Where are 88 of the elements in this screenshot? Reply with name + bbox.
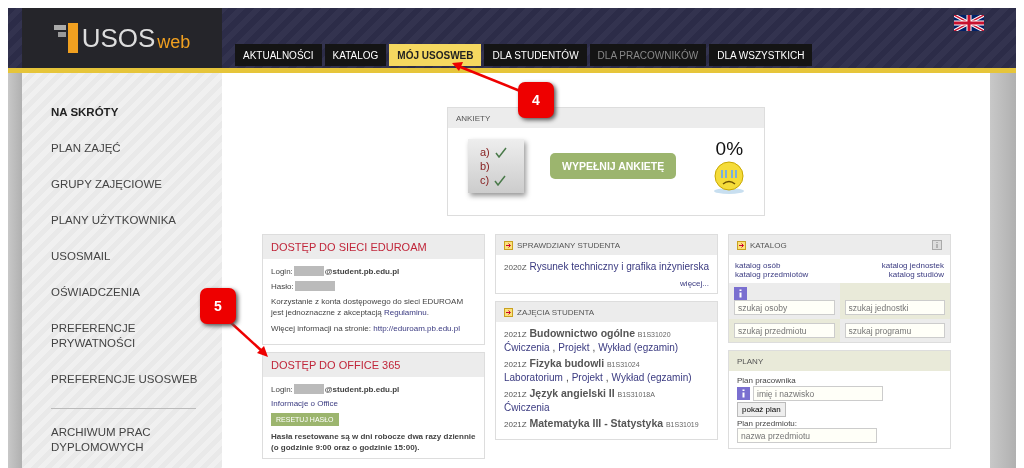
terms-link[interactable]: Regulaminu [383, 308, 427, 317]
checklist-label: b) [480, 160, 490, 172]
course-name: Fizyka budowli [529, 357, 605, 369]
catalog-link[interactable]: katalog przedmiotów [735, 270, 840, 279]
checklist-label: a) [480, 146, 490, 158]
nav-tab[interactable]: KATALOG [324, 44, 387, 66]
punctuation: . [426, 308, 429, 317]
show-plan-button[interactable]: pokaż plan [737, 402, 786, 417]
panel-title: DOSTĘP DO OFFICE 365 [271, 359, 401, 371]
term-code: 2021Z [504, 330, 527, 339]
expand-icon[interactable] [737, 240, 746, 250]
course-name: Język angielski II [529, 387, 615, 399]
nav-tab[interactable]: DLA WSZYSTKICH [709, 44, 813, 66]
sidebar-item[interactable]: PLANY UŻYTKOWNIKA [51, 213, 177, 228]
checklist-label: c) [480, 174, 490, 186]
logo-icon [53, 23, 80, 53]
separator: , [565, 372, 569, 383]
separator: , [552, 342, 556, 353]
sidebar-item[interactable]: NA SKRÓTY [51, 105, 119, 120]
redacted-block [294, 281, 335, 291]
eduroam-link[interactable]: http://eduroam.pb.edu.pl [373, 324, 460, 333]
catalog-link[interactable]: katalog osób [735, 261, 840, 270]
login-domain: @student.pb.edu.pl [324, 384, 400, 394]
info-icon[interactable] [734, 287, 747, 300]
course-name: Matematyka III - Statystyka [529, 417, 664, 429]
catalog-link[interactable]: katalog jednostek [839, 261, 944, 270]
sidebar-item[interactable]: USOSMAIL [51, 249, 111, 264]
callout-badge: 4 [518, 82, 554, 118]
info-icon[interactable] [737, 387, 750, 400]
reset-note: Hasła resetowane są w dni robocze dwa razy dziennie (o godzinie 9:00 oraz o godzinie 15:00). [271, 431, 476, 453]
password-label: Hasło: [271, 281, 294, 291]
login-label: Login: [271, 384, 293, 394]
callout-badge: 5 [200, 288, 236, 324]
test-link[interactable]: Rysunek techniczny i grafika inżynierska [529, 261, 709, 272]
terms-text: Korzystanie z konta dostępowego do sieci EDUROAM jest jednoznaczne z akceptacją Regulaminu. [271, 296, 465, 318]
redacted-block [293, 266, 324, 276]
search-field[interactable]: szukaj osoby [734, 300, 835, 315]
info-text: Więcej informacji na stronie: http://eduroam.pb.edu.pl [271, 323, 461, 334]
crying-face-icon [712, 160, 747, 194]
activity-link[interactable]: Ćwiczenia [504, 342, 550, 353]
panel-title: ZAJĘCIA STUDENTA [517, 307, 595, 317]
catalog-link[interactable]: katalog studiów [839, 270, 944, 279]
panel-title: SPRAWDZIANY STUDENTA [517, 240, 620, 250]
usosweb-logo[interactable]: USOSweb [22, 8, 222, 68]
sidebar-item[interactable]: PLAN ZAJĘĆ [51, 141, 121, 156]
activity-link[interactable]: Projekt [558, 342, 590, 353]
activity-link[interactable]: Laboratorium [504, 372, 563, 383]
nav-tab[interactable]: DLA STUDENTÓW [484, 44, 587, 66]
course-name: Budownictwo ogólne [529, 327, 636, 339]
term-code: 2021Z [504, 390, 527, 399]
panel-title: ANKIETY [456, 113, 491, 123]
office-info-link[interactable]: Informacje o Office [271, 399, 338, 408]
term-code: 2021Z [504, 420, 527, 429]
login-domain: @student.pb.edu.pl [324, 266, 400, 276]
term-code: 2020Z [504, 263, 527, 272]
sidebar-item[interactable]: PREFERENCJE PRYWATNOŚCI [51, 321, 211, 351]
nav-tab[interactable]: MÓJ USOSWEB [389, 44, 482, 66]
subject-name-field[interactable]: nazwa przedmiotu [737, 428, 877, 443]
sidebar-item[interactable]: GRUPY ZAJĘCIOWE [51, 177, 162, 192]
activity-link[interactable]: Wykład (egzamin) [598, 342, 679, 353]
logo-text: USOS [81, 22, 156, 54]
sidebar-item[interactable]: ARCHIWUM PRAC DYPLOMOWYCH [51, 425, 211, 455]
more-link[interactable]: więcej... [680, 279, 709, 288]
uk-flag-icon[interactable] [954, 15, 984, 31]
expand-icon[interactable] [504, 240, 513, 250]
separator: , [605, 372, 609, 383]
search-field[interactable]: szukaj programu [844, 323, 945, 338]
sidebar-item[interactable]: OŚWIADCZENIA [51, 285, 140, 300]
survey-percent: 0% [715, 138, 744, 160]
panel-title: PLANY [737, 356, 764, 366]
expand-icon[interactable] [504, 307, 513, 317]
term-code: 2021Z [504, 360, 527, 369]
panel-title: KATALOG [750, 240, 787, 250]
employee-plan-label: Plan pracownika [737, 376, 797, 385]
logo-subtext: web [157, 31, 191, 53]
activity-link[interactable]: Projekt [571, 372, 603, 383]
employee-name-field[interactable]: imię i nazwisko [753, 386, 883, 401]
nav-tab[interactable]: AKTUALNOŚCI [235, 44, 322, 66]
search-field[interactable]: szukaj przedmiotu [734, 323, 835, 338]
sidebar-item[interactable]: PREFERENCJE USOSWEB [51, 372, 198, 387]
panel-title: DOSTĘP DO SIECI EDUROAM [271, 241, 427, 253]
subject-plan-label: Plan przedmiotu: [737, 419, 799, 428]
activity-link[interactable]: Wykład (egzamin) [611, 372, 692, 383]
search-field[interactable]: szukaj jednostki [844, 300, 945, 315]
separator: , [592, 342, 596, 353]
login-label: Login: [271, 266, 293, 276]
redacted-block [293, 384, 324, 394]
activity-link[interactable]: Ćwiczenia [504, 402, 550, 413]
